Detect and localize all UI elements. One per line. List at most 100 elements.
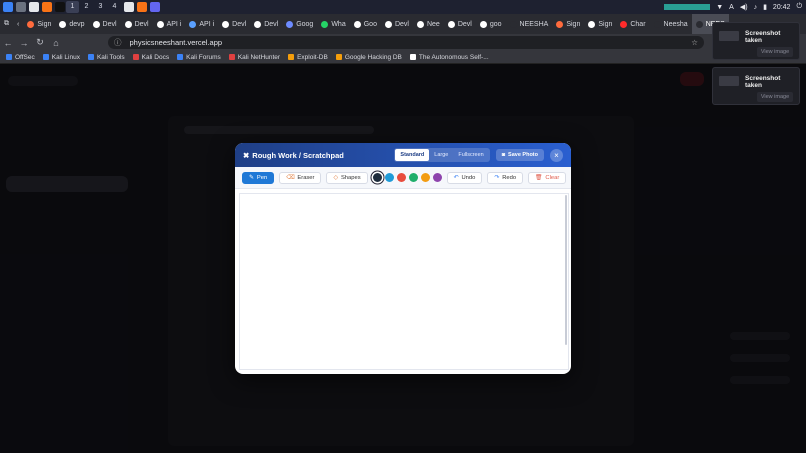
window-icon[interactable] — [150, 2, 160, 12]
eraser-icon: ⌫ — [286, 174, 295, 181]
view-image-button[interactable]: View image — [757, 92, 793, 102]
bookmark-favicon-icon — [228, 54, 235, 60]
notification-toast[interactable]: Screenshot taken View image — [712, 67, 800, 105]
eraser-label: Eraser — [297, 174, 315, 181]
eraser-button[interactable]: ⌫ Eraser — [279, 171, 322, 184]
notification-toast[interactable]: Screenshot taken View image — [712, 22, 800, 60]
power-icon[interactable]: ⏻ — [796, 3, 802, 11]
color-swatch[interactable] — [432, 173, 442, 182]
firefox-window-icon[interactable] — [137, 2, 147, 12]
tab-label: Neesha — [663, 20, 688, 28]
tab-favicon-icon — [321, 20, 329, 28]
notification-title: Screenshot taken — [745, 30, 781, 44]
browser-tab[interactable]: Sign — [552, 14, 584, 34]
canvas-scrollbar[interactable] — [565, 195, 567, 345]
bookmark-item[interactable]: Kali Tools — [87, 54, 125, 61]
bookmark-item[interactable]: Google Hacking DB — [335, 54, 402, 61]
forward-icon[interactable]: → — [16, 38, 32, 48]
browser-tab[interactable]: Devl — [381, 14, 413, 34]
color-swatch[interactable] — [408, 173, 418, 182]
app-a-icon[interactable] — [124, 2, 134, 12]
bookmark-star-icon[interactable]: ☆ — [691, 38, 698, 47]
tabs-container: Sign devp Devl Devl API i API i Devl Devl Goog Wh… — [23, 14, 729, 34]
firefox-icon[interactable] — [42, 2, 52, 12]
browser-tab[interactable]: Neesha — [650, 14, 692, 34]
bookmark-label: Exploit-DB — [297, 53, 328, 61]
bookmark-item[interactable]: Kali Forums — [177, 54, 221, 61]
save-photo-label: Save Photo — [508, 152, 538, 158]
tabs-scroll-left-icon[interactable]: ‹ — [13, 14, 23, 34]
size-standard-button[interactable]: Standard — [395, 149, 430, 161]
tab-list-button[interactable]: ⧉ — [0, 14, 13, 34]
site-info-icon[interactable]: ⓘ — [114, 37, 122, 48]
drawing-toolbar: ✎ Pen ⌫ Eraser ◇ Shapes ↶ Undo ↷ Redo 🗑 … — [235, 167, 571, 189]
save-photo-button[interactable]: ◙ Save Photo — [495, 149, 544, 161]
tab-favicon-icon — [556, 20, 564, 28]
browser-tab[interactable]: Devl — [218, 14, 250, 34]
redo-icon: ↷ — [494, 174, 500, 181]
kali-menu-icon[interactable] — [3, 2, 13, 12]
address-bar[interactable]: ⓘ physicsneeshant.vercel.app ☆ — [108, 36, 704, 49]
battery-icon[interactable]: ▮ — [763, 3, 767, 11]
browser-tab[interactable]: Devl — [121, 14, 153, 34]
browser-tab[interactable]: Goog — [282, 14, 317, 34]
browser-tab[interactable]: Goo — [350, 14, 381, 34]
reload-icon[interactable]: ↻ — [32, 37, 48, 48]
home-icon[interactable]: ⌂ — [48, 38, 64, 48]
shapes-button[interactable]: ◇ Shapes — [326, 171, 368, 184]
color-swatch[interactable] — [384, 173, 394, 182]
url-text[interactable]: physicsneeshant.vercel.app — [130, 38, 223, 47]
bookmark-item[interactable]: The Autonomous Self-... — [409, 54, 489, 61]
folder-icon[interactable] — [29, 2, 39, 12]
workspace-4[interactable]: 4 — [108, 1, 121, 13]
browser-tab[interactable]: API i — [185, 14, 218, 34]
back-icon[interactable]: ← — [0, 38, 16, 48]
workspace-1[interactable]: 1 — [66, 1, 79, 13]
file-manager-icon[interactable] — [16, 2, 26, 12]
color-swatch[interactable] — [372, 173, 382, 182]
volume-icon[interactable]: ◀) — [740, 3, 748, 11]
tab-label: API i — [199, 20, 215, 28]
undo-button[interactable]: ↶ Undo — [446, 171, 483, 184]
browser-tab[interactable]: Devl — [444, 14, 476, 34]
bookmark-favicon-icon — [132, 54, 139, 60]
browser-tab[interactable]: Sign — [23, 14, 55, 34]
size-fullscreen-button[interactable]: Fullscreen — [453, 149, 488, 161]
color-swatch[interactable] — [396, 173, 406, 182]
browser-tab[interactable]: Sign — [584, 14, 616, 34]
tab-label: Devl — [232, 20, 247, 28]
trash-icon: 🗑 — [535, 174, 543, 181]
view-image-button[interactable]: View image — [757, 47, 793, 57]
bookmark-item[interactable]: Kali NetHunter — [228, 54, 280, 61]
tab-label: goo — [489, 20, 502, 28]
browser-tab[interactable]: NEESHA — [506, 14, 553, 34]
bookmark-item[interactable]: Kali Linux — [42, 54, 80, 61]
terminal-icon[interactable] — [55, 2, 65, 12]
browser-tab[interactable]: Devl — [89, 14, 121, 34]
bookmark-item[interactable]: OffSec — [6, 54, 35, 61]
workspace-2[interactable]: 2 — [80, 1, 93, 13]
drawing-canvas[interactable] — [239, 193, 569, 370]
keyboard-icon[interactable]: A — [729, 4, 734, 11]
network-icon[interactable]: ▼ — [716, 4, 723, 11]
browser-tab[interactable]: Nee — [413, 14, 444, 34]
bookmark-favicon-icon — [87, 54, 94, 60]
browser-tab[interactable]: Devl — [250, 14, 282, 34]
browser-tab[interactable]: Wha — [317, 14, 349, 34]
browser-tab[interactable]: goo — [476, 14, 506, 34]
clock[interactable]: 20:42 — [773, 4, 791, 11]
bookmark-item[interactable]: Exploit-DB — [288, 54, 328, 61]
clear-button[interactable]: 🗑 Clear — [528, 171, 567, 184]
browser-tab[interactable]: devp — [55, 14, 88, 34]
browser-tab[interactable]: API i — [153, 14, 186, 34]
color-swatch[interactable] — [420, 173, 430, 182]
browser-tab[interactable]: Char — [616, 14, 649, 34]
close-button[interactable]: × — [550, 148, 563, 162]
bookmark-item[interactable]: Kali Docs — [132, 54, 169, 61]
bell-icon[interactable]: ♪ — [754, 4, 758, 11]
workspace-3[interactable]: 3 — [94, 1, 107, 13]
pen-button[interactable]: ✎ Pen — [242, 171, 275, 184]
redo-button[interactable]: ↷ Redo — [487, 171, 524, 184]
system-taskbar: 1 2 3 4 ▼ A ◀) ♪ ▮ 20:42 ⏻ — [0, 0, 806, 14]
size-large-button[interactable]: Large — [429, 149, 453, 161]
